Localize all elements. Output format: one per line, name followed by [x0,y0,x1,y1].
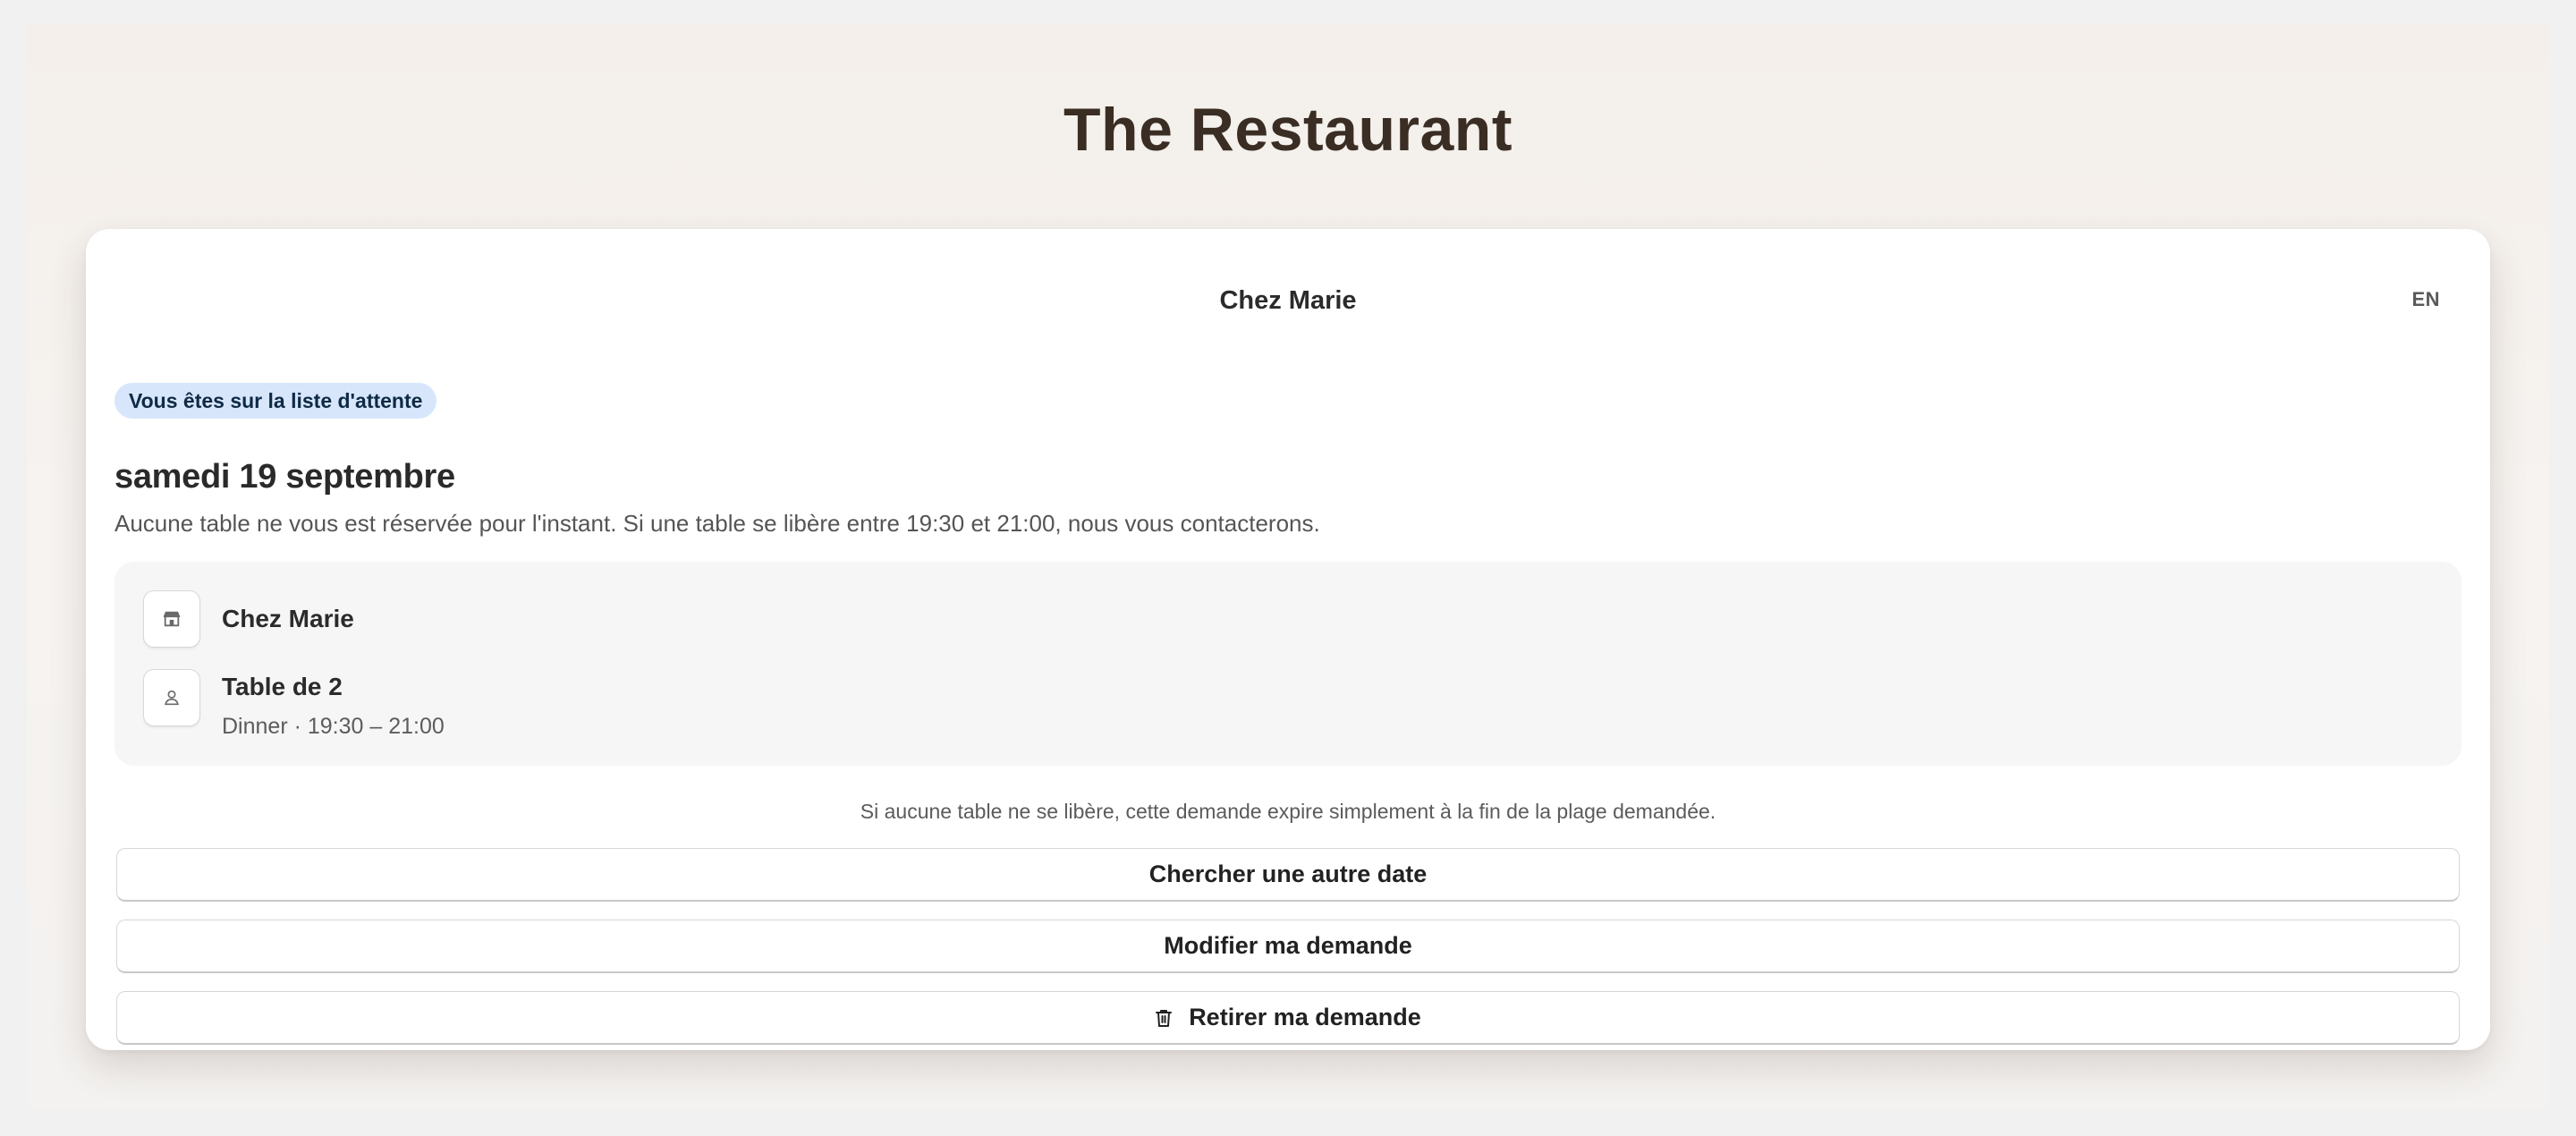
search-other-date-button[interactable]: Chercher une autre date [116,848,2460,902]
reservation-date: samedi 19 septembre [114,458,455,496]
storefront-icon [143,590,200,648]
detail-row-restaurant: Chez Marie [143,590,354,648]
waitlist-card: Chez Marie EN Vous êtes sur la liste d'a… [86,229,2490,1050]
site-title: The Restaurant [1063,96,1513,164]
modify-request-button[interactable]: Modifier ma demande [116,920,2460,973]
waitlist-status-badge: Vous êtes sur la liste d'attente [114,383,437,419]
reservation-details: Chez Marie Table de 2 Dinner · 19:30 – 2… [114,562,2462,766]
detail-table-size: Table de 2 [222,673,343,700]
detail-time-range: Dinner · 19:30 – 21:00 [222,714,445,739]
trash-icon [1155,1008,1173,1028]
waitlist-description: Aucune table ne vous est réservée pour l… [114,510,1320,537]
page-background: The Restaurant Chez Marie EN Vous êtes s… [27,25,2549,1109]
language-toggle[interactable]: EN [2411,288,2440,311]
person-icon [143,669,200,726]
expiry-note: Si aucune table ne se libère, cette dema… [860,800,1716,823]
restaurant-header-title: Chez Marie [1219,286,1357,315]
modify-request-label: Modifier ma demande [1164,932,1412,959]
withdraw-request-label: Retirer ma demande [1189,1004,1421,1030]
detail-row-booking: Table de 2 Dinner · 19:30 – 21:00 [143,669,445,740]
detail-restaurant-name: Chez Marie [222,605,354,632]
search-other-date-label: Chercher une autre date [1148,860,1428,887]
withdraw-request-button[interactable]: Retirer ma demande [116,991,2460,1045]
